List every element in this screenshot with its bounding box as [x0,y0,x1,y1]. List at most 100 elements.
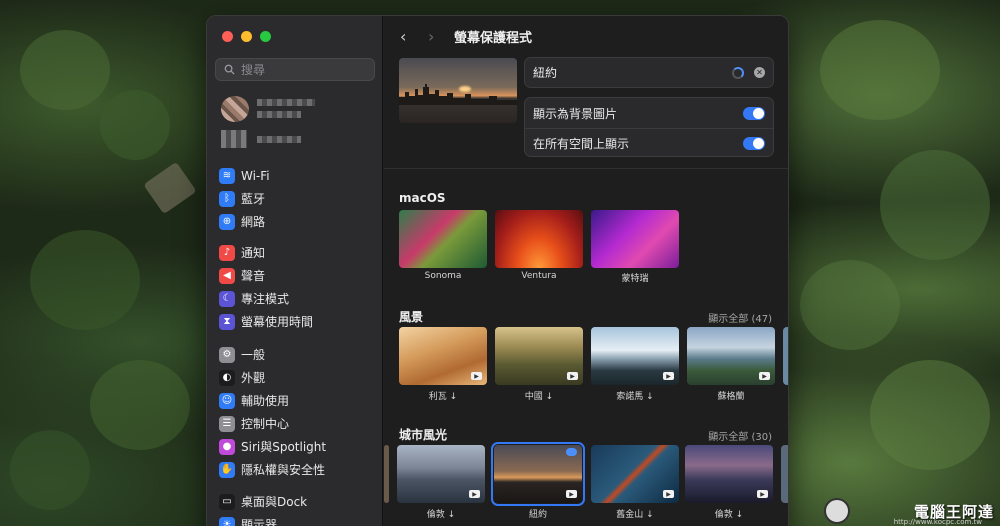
display-icon: ☀ [219,516,235,526]
back-button[interactable]: ‹ [400,27,406,46]
search-input[interactable] [241,62,361,77]
search-field[interactable] [215,58,375,81]
hand-icon: ✋ [219,461,235,478]
account-row[interactable] [221,130,301,148]
sidebar-item-speaker[interactable]: ◀ 聲音 [219,264,313,287]
tile-label: 倫敦 ↓ [714,510,744,520]
tile-label: 倫敦 ↓ [426,510,456,520]
bluetooth-icon: ᛒ [219,190,235,207]
tile-partial[interactable] [783,327,788,385]
sidebar-item-dock[interactable]: ▭ 桌面與Dock [219,490,307,513]
play-icon: ▶ [471,372,482,380]
section-title-landscape: 風景 [399,310,424,324]
tile-new-york[interactable]: ▶ [491,442,585,506]
accessibility-icon: ☺ [219,392,235,409]
sidebar-group: ⚙ 一般 ◐ 外觀 ☺ 輔助使用 ☰ 控制中心 ● Siri與Spotlight ✋ 隱私權與安全性 [219,343,326,481]
sidebar-group: ▭ 桌面與Dock ☀ 顯示器 [219,490,307,526]
watermark-url: http://www.kocpc.com.tw [893,518,982,526]
cloud-icon [566,448,577,456]
avatar [221,96,249,122]
tile-china[interactable]: ▶ [495,327,583,385]
user-profile[interactable] [221,96,315,122]
sidebar-item-siri[interactable]: ● Siri與Spotlight [219,435,326,458]
show-as-wallpaper-label: 顯示為背景圖片 [533,106,618,121]
tile-partial[interactable] [384,445,389,503]
user-name-redacted [257,99,315,106]
sidebar-item-display[interactable]: ☀ 顯示器 [219,513,307,526]
tile-partial[interactable] [781,445,788,503]
tile-liwa[interactable]: ▶ [399,327,487,385]
sidebar-item-hand[interactable]: ✋ 隱私權與安全性 [219,458,326,481]
options-box: 顯示為背景圖片 在所有空間上顯示 [524,97,774,157]
tile-sonoma[interactable] [399,210,487,268]
sidebar-item-label: 輔助使用 [241,394,290,408]
minimize-button[interactable] [241,31,252,42]
sidebar-item-accessibility[interactable]: ☺ 輔助使用 [219,389,326,412]
sidebar-item-bluetooth[interactable]: ᛒ 藍牙 [219,187,270,210]
watermark-mascot-icon [824,498,850,524]
tile-label: 紐約 [528,510,547,520]
forward-button[interactable]: › [428,27,434,46]
tile-label: 中國 ↓ [524,392,554,402]
screensaver-name-field[interactable]: 紐約 ✕ [524,57,774,88]
tile-label: 蒙特瑞 [621,274,649,284]
tile-label: Ventura [521,271,557,281]
show-as-wallpaper-toggle[interactable] [743,106,765,120]
moon-icon: ☾ [219,290,235,307]
screensaver-name: 紐約 [533,66,558,80]
sidebar-item-wifi[interactable]: ≋ Wi-Fi [219,164,270,187]
search-icon [224,64,235,75]
tile-monterey[interactable] [591,210,679,268]
zoom-button[interactable] [260,31,271,42]
section-title-macos: macOS [399,191,446,205]
sidebar-group: ♪ 通知 ◀ 聲音 ☾ 專注模式 ⧗ 螢幕使用時間 [219,241,313,333]
section-title-cityscape: 城市風光 [399,428,448,442]
main-pane: ‹ › 螢幕保護程式 紐約 ✕ 顯示為背景圖片 在所有空間上顯示 macOS S… [384,16,788,526]
tile-label: 蘇格蘭 [717,392,745,402]
sidebar-item-bell[interactable]: ♪ 通知 [219,241,313,264]
user-detail-redacted [257,111,301,118]
tile-ventura[interactable] [495,210,583,268]
hourglass-icon: ⧗ [219,313,235,330]
sidebar-item-label: 外觀 [241,371,266,385]
sidebar: ≋ Wi-Fi ᛒ 藍牙 ⊕ 網路 ♪ 通知 ◀ 聲音 ☾ 專注模式 ⧗ 螢幕使用時間 ⚙ 一般 ◐ 外觀 ☺ 輔助使… [207,16,383,526]
sidebar-item-globe[interactable]: ⊕ 網路 [219,210,270,233]
tile-london[interactable]: ▶ [397,445,485,503]
sidebar-item-control-center[interactable]: ☰ 控制中心 [219,412,326,435]
play-icon: ▶ [566,490,577,498]
show-all-cityscape-link[interactable]: 顯示全部 (30) [708,428,772,443]
sidebar-item-label: 顯示器 [241,518,278,526]
sidebar-item-label: 隱私權與安全性 [241,463,326,477]
account-label-redacted [257,136,301,143]
sidebar-item-label: 網路 [241,215,266,229]
sidebar-item-label: 專注模式 [241,292,290,306]
all-spaces-toggle[interactable] [743,137,765,150]
sidebar-item-gear[interactable]: ⚙ 一般 [219,343,326,366]
play-icon: ▶ [759,372,770,380]
sidebar-group: ≋ Wi-Fi ᛒ 藍牙 ⊕ 網路 [219,164,270,233]
bell-icon: ♪ [219,244,235,261]
sidebar-item-appearance[interactable]: ◐ 外觀 [219,366,326,389]
tile-san-francisco[interactable]: ▶ [591,445,679,503]
tile-london-night[interactable]: ▶ [685,445,773,503]
show-all-landscape-link[interactable]: 顯示全部 (47) [708,310,772,325]
play-icon: ▶ [567,372,578,380]
sidebar-item-label: 控制中心 [241,417,290,431]
sidebar-item-label: 一般 [241,348,266,362]
sidebar-item-moon[interactable]: ☾ 專注模式 [219,287,313,310]
close-button[interactable] [222,31,233,42]
sidebar-item-label: Siri與Spotlight [241,440,327,454]
tile-sonoma-county[interactable]: ▶ [591,327,679,385]
play-icon: ▶ [757,490,768,498]
sidebar-item-label: 螢幕使用時間 [241,315,314,329]
control-center-icon: ☰ [219,415,235,432]
play-icon: ▶ [663,372,674,380]
tile-label: 索諾馬 ↓ [616,392,654,402]
siri-icon: ● [219,438,235,455]
clear-icon[interactable]: ✕ [754,67,765,78]
wifi-icon: ≋ [219,167,235,184]
page-title: 螢幕保護程式 [454,31,533,46]
sidebar-item-hourglass[interactable]: ⧗ 螢幕使用時間 [219,310,313,333]
all-spaces-label: 在所有空間上顯示 [533,137,630,151]
tile-scotland[interactable]: ▶ [687,327,775,385]
